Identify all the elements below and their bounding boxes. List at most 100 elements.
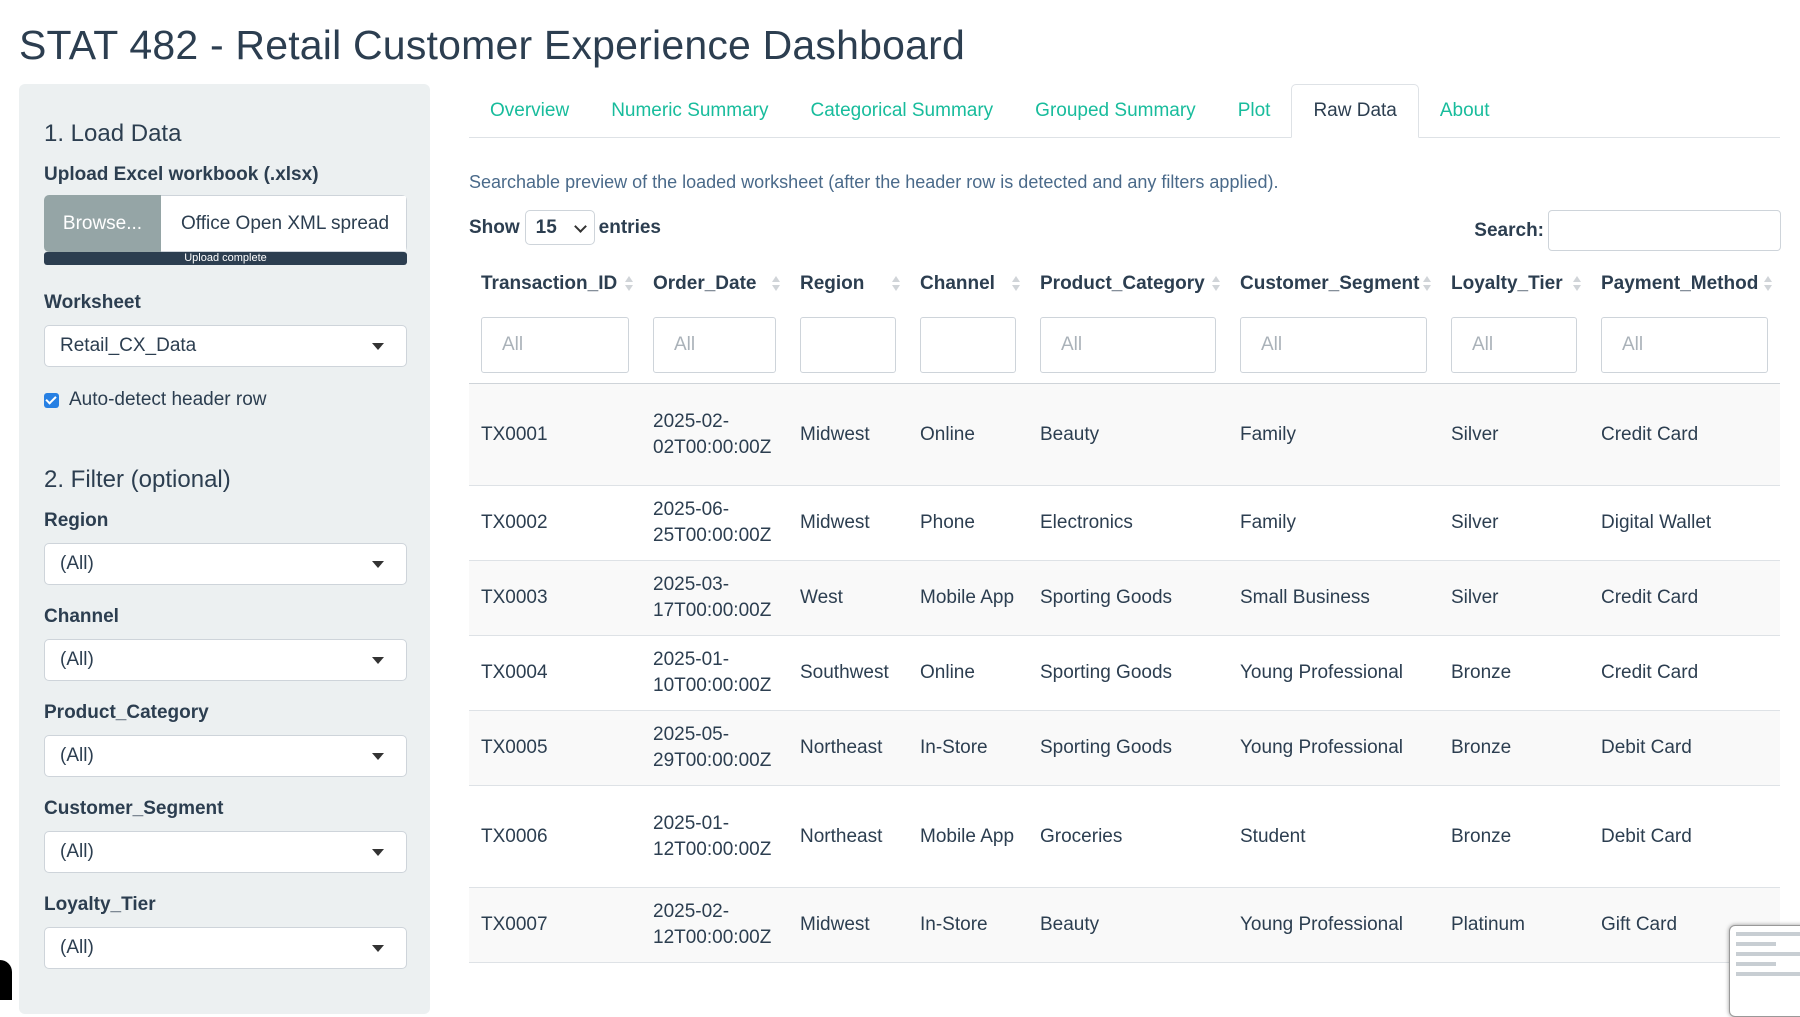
sort-icon <box>1012 276 1020 292</box>
table-cell: 2025-06-25T00:00:00Z <box>641 485 788 561</box>
table-row: TX0005 2025-05-29T00:00:00Z Northeast In… <box>469 710 1780 786</box>
column-filter-input[interactable]: All <box>1040 317 1216 373</box>
table-header-row: Transaction_ID Order_Date Region Channel… <box>469 260 1780 307</box>
filter-label-loyalty-tier: Loyalty_Tier <box>44 894 156 915</box>
product-category-select[interactable]: (All) <box>44 735 407 777</box>
thumbnail-line <box>1736 952 1800 956</box>
tab-grouped-summary[interactable]: Grouped Summary <box>1014 84 1217 137</box>
table-cell: Bronze <box>1439 635 1589 711</box>
customer-segment-select[interactable]: (All) <box>44 831 407 873</box>
sort-icon <box>892 276 900 292</box>
thumbnail-line <box>1736 962 1776 966</box>
caret-down-icon <box>372 945 384 952</box>
column-header-loyalty-tier[interactable]: Loyalty_Tier <box>1439 260 1589 307</box>
table-cell: 2025-01-10T00:00:00Z <box>641 635 788 711</box>
file-input: Browse... Office Open XML spread <box>44 195 407 252</box>
channel-select[interactable]: (All) <box>44 639 407 681</box>
entries-select[interactable]: 15 <box>524 210 595 245</box>
thumbnail-line <box>1736 972 1800 976</box>
file-name-display[interactable]: Office Open XML spread <box>161 195 407 252</box>
window-corner <box>0 960 12 1000</box>
table-cell: Student <box>1228 785 1439 888</box>
main-tabs: Overview Numeric Summary Categorical Sum… <box>469 84 1780 138</box>
table-cell: Online <box>908 383 1028 486</box>
tab-overview[interactable]: Overview <box>469 84 590 137</box>
show-label: Show <box>469 216 520 238</box>
product-category-select-value: (All) <box>60 745 94 766</box>
worksheet-select[interactable]: Retail_CX_Data <box>44 325 407 367</box>
table-cell: Credit Card <box>1589 383 1780 486</box>
table-cell: In-Store <box>908 887 1028 963</box>
table-cell: 2025-02-02T00:00:00Z <box>641 383 788 486</box>
column-filter-input[interactable] <box>920 317 1016 373</box>
caret-down-icon <box>372 343 384 350</box>
upload-progress-bar: Upload complete <box>44 252 407 265</box>
column-filter-row: All All All All All All <box>469 307 1780 384</box>
loyalty-tier-select-value: (All) <box>60 937 94 958</box>
thumbnail-line <box>1736 932 1800 936</box>
table-cell: Southwest <box>788 635 908 711</box>
column-header-order-date[interactable]: Order_Date <box>641 260 788 307</box>
column-header-region[interactable]: Region <box>788 260 908 307</box>
region-select[interactable]: (All) <box>44 543 407 585</box>
table-cell: 2025-03-17T00:00:00Z <box>641 560 788 636</box>
table-cell: Electronics <box>1028 485 1228 561</box>
tab-about[interactable]: About <box>1419 84 1511 137</box>
table-row: TX0004 2025-01-10T00:00:00Z Southwest On… <box>469 635 1780 711</box>
table-cell: Bronze <box>1439 785 1589 888</box>
raw-data-table: Transaction_ID Order_Date Region Channel… <box>469 260 1780 963</box>
browse-button[interactable]: Browse... <box>44 195 161 252</box>
column-header-payment-method[interactable]: Payment_Method <box>1589 260 1780 307</box>
chevron-down-icon <box>573 220 587 233</box>
tab-raw-data[interactable]: Raw Data <box>1291 84 1419 138</box>
filter-label-region: Region <box>44 510 109 531</box>
sort-icon <box>1423 276 1431 292</box>
table-cell: Mobile App <box>908 785 1028 888</box>
table-cell: In-Store <box>908 710 1028 786</box>
column-header-customer-segment[interactable]: Customer_Segment <box>1228 260 1439 307</box>
table-cell: Sporting Goods <box>1028 635 1228 711</box>
caret-down-icon <box>372 561 384 568</box>
checkbox-checked-icon[interactable] <box>44 392 59 408</box>
worksheet-label: Worksheet <box>44 292 141 313</box>
filter-label-channel: Channel <box>44 606 119 627</box>
column-header-channel[interactable]: Channel <box>908 260 1028 307</box>
table-cell: TX0003 <box>469 560 641 636</box>
table-cell: Sporting Goods <box>1028 710 1228 786</box>
customer-segment-select-value: (All) <box>60 841 94 862</box>
column-filter-input[interactable] <box>800 317 896 373</box>
table-cell: Credit Card <box>1589 635 1780 711</box>
screenshot-thumbnail[interactable] <box>1729 925 1800 1017</box>
column-filter-input[interactable]: All <box>1240 317 1427 373</box>
column-header-transaction-id[interactable]: Transaction_ID <box>469 260 641 307</box>
table-cell: Online <box>908 635 1028 711</box>
tab-plot[interactable]: Plot <box>1217 84 1292 137</box>
loyalty-tier-select[interactable]: (All) <box>44 927 407 969</box>
table-cell: Bronze <box>1439 710 1589 786</box>
table-row: TX0006 2025-01-12T00:00:00Z Northeast Mo… <box>469 785 1780 888</box>
column-filter-input[interactable]: All <box>1601 317 1768 373</box>
column-header-product-category[interactable]: Product_Category <box>1028 260 1228 307</box>
table-cell: Northeast <box>788 710 908 786</box>
auto-detect-header-toggle[interactable]: Auto-detect header row <box>44 389 267 411</box>
filter-label-customer-segment: Customer_Segment <box>44 798 224 819</box>
tab-numeric-summary[interactable]: Numeric Summary <box>590 84 789 137</box>
column-filter-input[interactable]: All <box>653 317 776 373</box>
column-filter-input[interactable]: All <box>481 317 629 373</box>
caret-down-icon <box>372 657 384 664</box>
table-row: TX0007 2025-02-12T00:00:00Z Midwest In-S… <box>469 887 1780 963</box>
search-input[interactable] <box>1548 210 1781 251</box>
upload-status: Upload complete <box>184 252 267 264</box>
table-cell: Debit Card <box>1589 785 1780 888</box>
table-cell: Phone <box>908 485 1028 561</box>
table-cell: Young Professional <box>1228 887 1439 963</box>
tab-categorical-summary[interactable]: Categorical Summary <box>790 84 1015 137</box>
table-row: TX0002 2025-06-25T00:00:00Z Midwest Phon… <box>469 485 1780 561</box>
table-cell: Young Professional <box>1228 710 1439 786</box>
column-filter-input[interactable]: All <box>1451 317 1577 373</box>
table-cell: Sporting Goods <box>1028 560 1228 636</box>
table-cell: Mobile App <box>908 560 1028 636</box>
table-cell: Beauty <box>1028 383 1228 486</box>
entries-select-value: 15 <box>535 216 557 238</box>
filter-heading: 2. Filter (optional) <box>44 466 231 493</box>
